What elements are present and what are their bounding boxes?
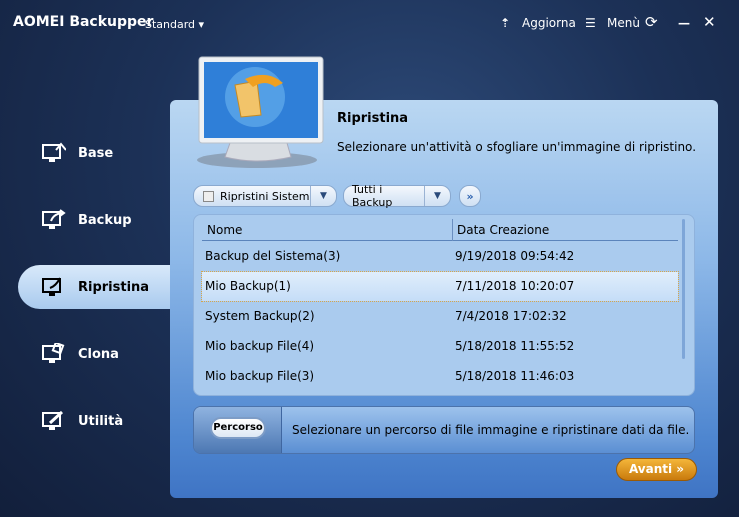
upload-icon: ⇡ bbox=[500, 16, 511, 30]
home-monitor-icon bbox=[42, 142, 66, 162]
row-date: 7/11/2018 10:20:07 bbox=[455, 279, 575, 293]
sidebar-item-ripristina[interactable]: Ripristina bbox=[18, 265, 170, 309]
update-button[interactable]: Aggiorna bbox=[522, 16, 576, 30]
chevron-down-icon[interactable]: ▼ bbox=[310, 186, 336, 206]
clone-icon bbox=[42, 343, 65, 363]
row-name: Mio Backup(1) bbox=[205, 279, 291, 293]
close-button[interactable]: ✕ bbox=[703, 13, 716, 31]
row-name: Mio backup File(4) bbox=[205, 339, 315, 353]
restore-type-label: Ripristini Sistema bbox=[220, 189, 310, 203]
scrollbar[interactable] bbox=[682, 219, 685, 359]
sidebar-item-label: Backup bbox=[78, 212, 132, 228]
sidebar-item-label: Base bbox=[78, 145, 114, 161]
edition-dropdown[interactable]: Standard ▾ bbox=[145, 18, 204, 31]
tools-icon bbox=[42, 410, 64, 430]
sidebar-item-clona[interactable]: Clona bbox=[18, 332, 170, 376]
backup-filter-label: Tutti i Backup bbox=[352, 183, 393, 209]
table-header: Nome Data Creazione bbox=[202, 219, 678, 241]
sidebar-item-label: Clona bbox=[78, 346, 119, 362]
table-row[interactable]: Mio Backup(1) 7/11/2018 10:20:07 bbox=[201, 271, 679, 302]
row-date: 5/18/2018 11:55:52 bbox=[455, 339, 575, 353]
sidebar-item-base[interactable]: Base bbox=[18, 131, 170, 175]
chevron-down-icon[interactable]: ▼ bbox=[424, 186, 450, 206]
backup-filter-dropdown[interactable]: Tutti i Backup ▼ bbox=[343, 183, 451, 209]
refresh-icon[interactable]: ⟳ bbox=[645, 13, 658, 31]
app-title: AOMEI Backupper bbox=[13, 14, 154, 30]
page-subtitle: Selezionare un'attività o sfogliare un'i… bbox=[337, 140, 697, 154]
menu-button[interactable]: Menù bbox=[607, 16, 640, 30]
sidebar-item-label: Ripristina bbox=[78, 279, 150, 295]
row-name: Mio backup File(3) bbox=[205, 369, 315, 383]
percorso-button[interactable]: Percorso bbox=[210, 417, 266, 439]
next-button[interactable]: Avanti » bbox=[616, 458, 697, 481]
restore-type-dropdown[interactable]: Ripristini Sistema ▼ bbox=[193, 185, 337, 207]
row-date: 9/19/2018 09:54:42 bbox=[455, 249, 575, 263]
table-row[interactable]: Backup del Sistema(3) 9/19/2018 09:54:42 bbox=[202, 242, 678, 271]
minimize-button[interactable]: — bbox=[678, 16, 690, 30]
sidebar-item-label: Utilità bbox=[78, 413, 124, 429]
path-description: Selezionare un percorso di file immagine… bbox=[292, 423, 690, 437]
column-data-creazione[interactable]: Data Creazione bbox=[457, 223, 549, 237]
menu-icon: ☰ bbox=[585, 16, 596, 30]
table-row[interactable]: Mio backup File(4) 5/18/2018 11:55:52 bbox=[202, 332, 678, 361]
path-panel: Percorso Selezionare un percorso di file… bbox=[193, 406, 695, 454]
column-nome[interactable]: Nome bbox=[207, 223, 242, 237]
row-name: Backup del Sistema(3) bbox=[205, 249, 341, 263]
restore-icon bbox=[42, 277, 61, 296]
row-date: 7/4/2018 17:02:32 bbox=[455, 309, 567, 323]
backup-icon bbox=[42, 209, 66, 229]
page-title: Ripristina bbox=[337, 111, 409, 126]
backup-list: Nome Data Creazione Backup del Sistema(3… bbox=[193, 214, 695, 396]
row-name: System Backup(2) bbox=[205, 309, 315, 323]
table-row[interactable]: System Backup(2) 7/4/2018 17:02:32 bbox=[202, 302, 678, 331]
more-options-button[interactable]: » bbox=[459, 185, 481, 207]
restore-type-checkbox[interactable] bbox=[203, 190, 214, 202]
path-button-area: Percorso bbox=[194, 407, 282, 453]
restore-monitor-illustration bbox=[197, 56, 324, 168]
table-row[interactable]: Mio backup File(3) 5/18/2018 11:46:03 bbox=[202, 362, 678, 391]
row-date: 5/18/2018 11:46:03 bbox=[455, 369, 575, 383]
sidebar-item-utilita[interactable]: Utilità bbox=[18, 399, 170, 443]
sidebar-item-backup[interactable]: Backup bbox=[18, 198, 170, 242]
